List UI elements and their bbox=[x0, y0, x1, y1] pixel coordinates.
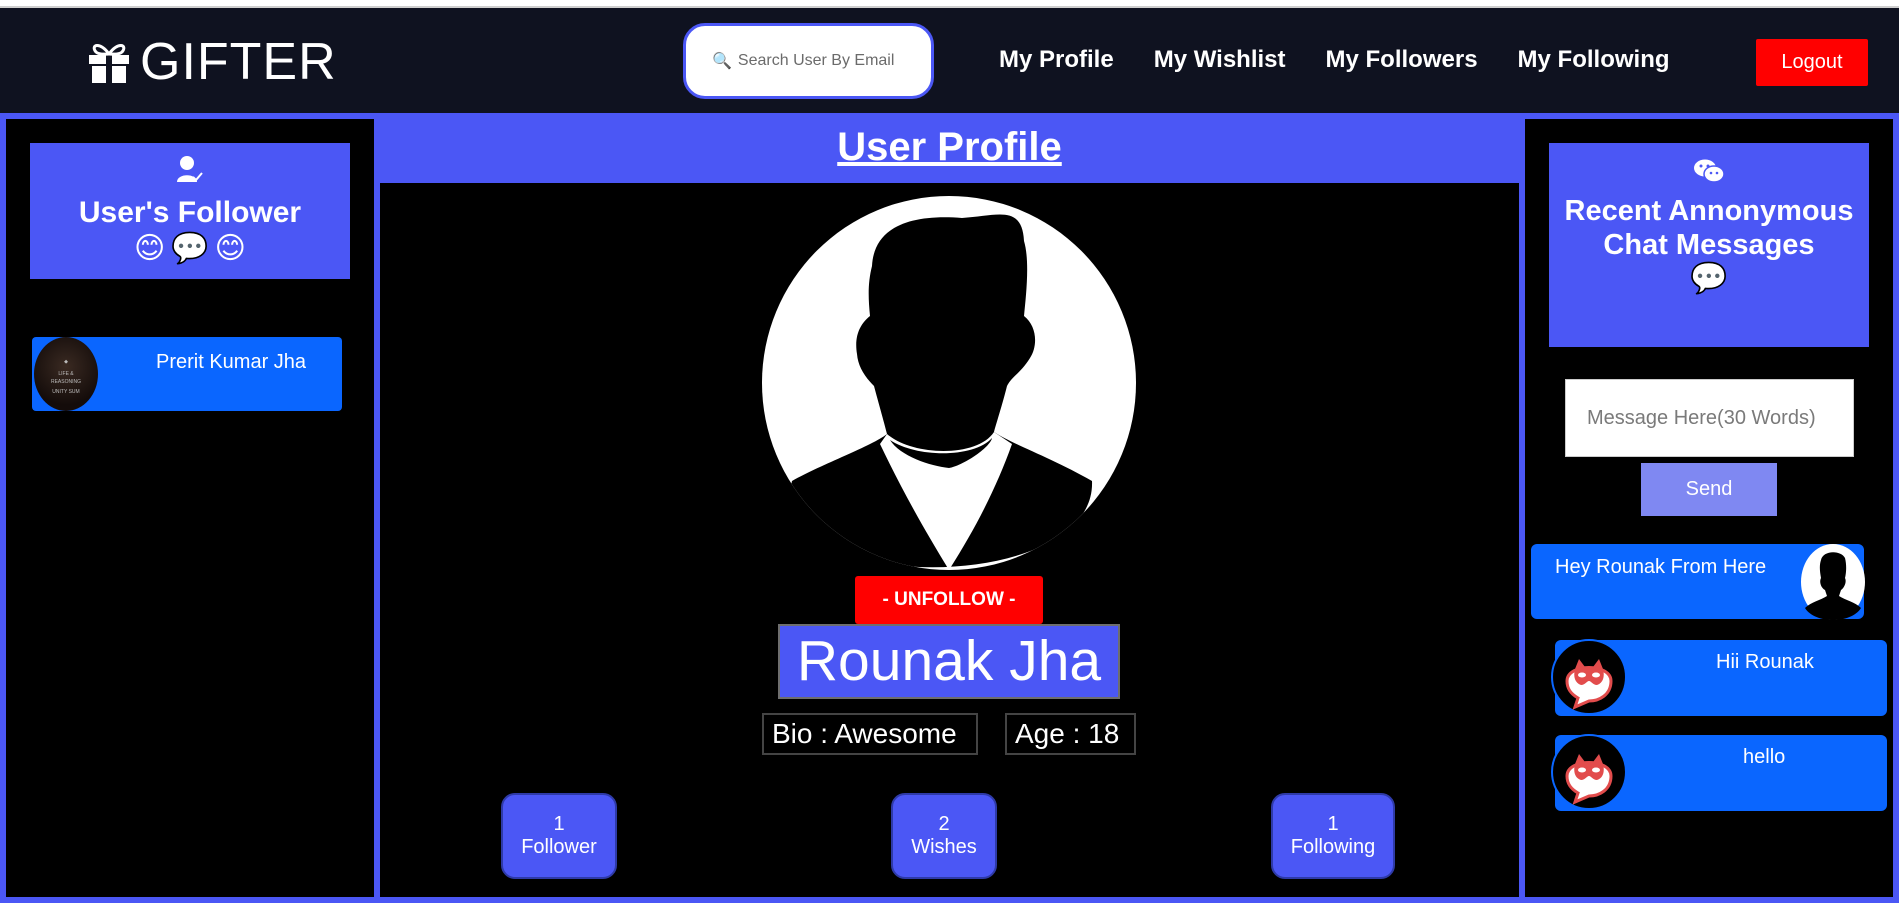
left-panel: User's Follower 😊 💬 😊 ◆ LIFE & REASONING… bbox=[6, 119, 374, 897]
speech-bubble-icon: 💬 bbox=[1690, 262, 1728, 295]
gift-icon bbox=[89, 44, 129, 83]
chat-avatar bbox=[1801, 544, 1865, 620]
user-bio: Bio : Awesome bbox=[762, 713, 978, 755]
nav-my-followers[interactable]: My Followers bbox=[1326, 46, 1478, 74]
top-navbar: GIFTER 🔍 My Profile My Wishlist My Follo… bbox=[0, 6, 1899, 113]
page-title: User Profile bbox=[837, 125, 1062, 169]
cat-mask-icon bbox=[1551, 639, 1627, 715]
chat-message-text: hello bbox=[1743, 746, 1786, 768]
logout-button[interactable]: Logout bbox=[1756, 39, 1868, 86]
brand-logo[interactable]: GIFTER bbox=[86, 36, 337, 88]
chat-message-text: Hey Rounak From Here bbox=[1555, 556, 1767, 578]
followers-header-card: User's Follower 😊 💬 😊 bbox=[30, 143, 350, 279]
brand-name: GIFTER bbox=[140, 33, 337, 91]
chat-header-card: Recent Annonymous Chat Messages 💬 bbox=[1549, 143, 1869, 347]
search-box[interactable]: 🔍 bbox=[683, 23, 934, 99]
smile-icon: 😊 bbox=[214, 232, 246, 265]
follower-avatar: ◆ LIFE & REASONING UNITY SUM bbox=[34, 337, 98, 411]
followers-header-title: User's Follower bbox=[78, 196, 302, 229]
chat-header-title: Recent Annonymous Chat Messages bbox=[1564, 195, 1854, 261]
message-input[interactable] bbox=[1565, 379, 1854, 457]
nav-my-following[interactable]: My Following bbox=[1518, 46, 1670, 74]
unfollow-button[interactable]: - UNFOLLOW - bbox=[855, 576, 1043, 624]
chat-message: Hey Rounak From Here bbox=[1531, 544, 1865, 620]
nav-my-wishlist[interactable]: My Wishlist bbox=[1154, 46, 1286, 74]
cat-mask-icon bbox=[1551, 734, 1627, 810]
follower-list-item[interactable]: ◆ LIFE & REASONING UNITY SUM Prerit Kuma… bbox=[32, 337, 342, 411]
followers-count-button[interactable]: 1 Follower bbox=[501, 793, 617, 879]
nav-links: My Profile My Wishlist My Followers My F… bbox=[999, 46, 1670, 74]
wishes-label: Wishes bbox=[911, 836, 977, 858]
followers-count: 1 bbox=[553, 813, 565, 835]
speech-bubble-icon: 💬 bbox=[171, 232, 209, 265]
following-count: 1 bbox=[1327, 813, 1339, 835]
following-count-button[interactable]: 1 Following bbox=[1271, 793, 1395, 879]
app-window: GIFTER 🔍 My Profile My Wishlist My Follo… bbox=[0, 0, 1899, 903]
send-button[interactable]: Send bbox=[1641, 463, 1777, 516]
smile-icon: 😊 bbox=[134, 232, 166, 265]
following-label: Following bbox=[1290, 836, 1376, 858]
user-age: Age : 18 bbox=[1005, 713, 1136, 755]
followers-label: Follower bbox=[521, 836, 597, 858]
nav-my-profile[interactable]: My Profile bbox=[999, 46, 1114, 74]
follower-name: Prerit Kumar Jha bbox=[156, 351, 307, 373]
chat-message-text: Hii Rounak bbox=[1716, 651, 1814, 673]
user-check-icon bbox=[30, 155, 350, 188]
wishes-count-button[interactable]: 2 Wishes bbox=[891, 793, 997, 879]
wechat-icon bbox=[1549, 159, 1869, 188]
user-name: Rounak Jha bbox=[778, 624, 1120, 699]
wishes-count: 2 bbox=[938, 813, 950, 835]
search-input[interactable] bbox=[737, 52, 928, 70]
search-icon: 🔍 bbox=[712, 53, 732, 70]
profile-avatar bbox=[762, 196, 1136, 570]
